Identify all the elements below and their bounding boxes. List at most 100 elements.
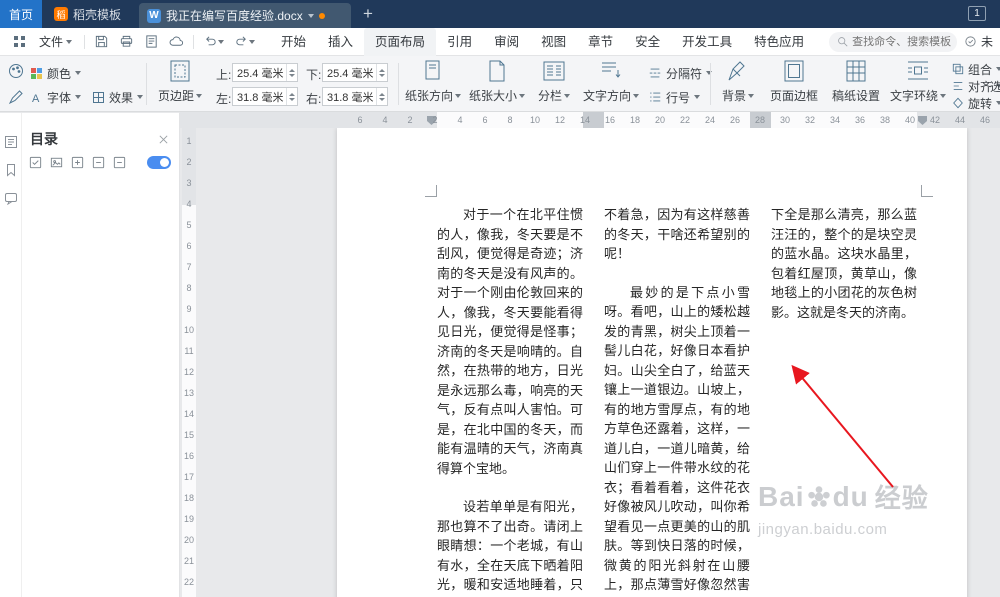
undo-caret-icon[interactable] bbox=[218, 39, 225, 44]
sync-status[interactable]: 未 bbox=[964, 33, 1000, 50]
paragraph[interactable]: 最妙的是下点小雪呀。看吧，山上的矮松越发的青黑，树尖上顶着一髻儿白花，好像日本看… bbox=[604, 283, 750, 597]
divider bbox=[84, 34, 86, 49]
columns-button[interactable]: 分栏 bbox=[532, 58, 576, 104]
toc-collapse-icon[interactable] bbox=[91, 155, 106, 170]
search-input[interactable] bbox=[852, 35, 953, 48]
margin-cropmark-right bbox=[921, 185, 933, 197]
spinner-icon[interactable] bbox=[376, 88, 387, 105]
toc-check-icon[interactable] bbox=[28, 155, 43, 170]
menu-tab-章节[interactable]: 章节 bbox=[577, 28, 624, 56]
theme-button[interactable] bbox=[4, 60, 28, 82]
app-grid-icon[interactable] bbox=[8, 35, 31, 48]
menu-tab-页面布局[interactable]: 页面布局 bbox=[364, 27, 437, 56]
menu-tab-审阅[interactable]: 审阅 bbox=[483, 28, 530, 56]
theme-brush-button[interactable] bbox=[4, 86, 28, 108]
toc-collapse-all-icon[interactable] bbox=[112, 155, 127, 170]
command-search-box[interactable] bbox=[829, 31, 958, 52]
divider bbox=[193, 34, 195, 49]
rotate-icon bbox=[952, 97, 964, 109]
effects-button[interactable]: 效果 bbox=[92, 88, 144, 106]
margin-top-label: 上: bbox=[216, 68, 232, 82]
paragraph[interactable]: 下全是那么清亮，那么蓝汪汪的，整个的是块空灵的蓝水晶。这块水晶里，包着红屋顶，黄… bbox=[771, 205, 917, 322]
margin-right-input[interactable]: 31.8 毫米 bbox=[322, 87, 388, 106]
fonts-button[interactable]: A 字体 bbox=[30, 88, 82, 106]
file-menu[interactable]: 文件 bbox=[31, 33, 80, 50]
toc-image-icon[interactable] bbox=[49, 155, 64, 170]
ruler-number: 18 bbox=[629, 115, 641, 125]
paragraph[interactable]: 设若单单是有阳光，那也算不了出奇。请闭上眼睛想：一个老城，有山有水，全在天底下晒… bbox=[437, 497, 583, 597]
ruler-number: 28 bbox=[754, 115, 766, 125]
margins-button[interactable]: 页边距 bbox=[152, 58, 208, 104]
background-button[interactable]: 背景 bbox=[716, 58, 760, 104]
page-border-button[interactable]: 页面边框 bbox=[766, 58, 822, 104]
spinner-icon[interactable] bbox=[286, 64, 297, 81]
comment-panel-icon[interactable] bbox=[4, 191, 18, 205]
ruler-number: 20 bbox=[183, 535, 195, 545]
margin-bottom-label: 下: bbox=[306, 68, 322, 82]
toc-expand-icon[interactable] bbox=[70, 155, 85, 170]
colors-swatch-icon bbox=[30, 67, 43, 80]
horizontal-ruler[interactable]: 6 4 2 2 4 6 8 10 12 14 16 18 20 22 24 26 28 30 32 34 36 38 40 4… bbox=[196, 112, 1000, 128]
colors-button[interactable]: 颜色 bbox=[30, 64, 82, 82]
menu-tab-安全[interactable]: 安全 bbox=[624, 28, 671, 56]
line-numbers-icon bbox=[648, 90, 662, 104]
spinner-icon[interactable] bbox=[286, 88, 297, 105]
menu-tab-引用[interactable]: 引用 bbox=[436, 28, 483, 56]
toc-auto-toggle[interactable] bbox=[147, 156, 171, 169]
paper-size-button[interactable]: 纸张大小 bbox=[468, 58, 526, 104]
svg-text:A: A bbox=[32, 93, 40, 104]
home-tab[interactable]: 首页 bbox=[0, 0, 42, 28]
rotate-button[interactable]: 旋转 bbox=[952, 94, 1000, 112]
document-tab[interactable]: W 我正在编写百度经验.docx bbox=[139, 3, 352, 28]
vertical-ruler[interactable]: 1 2 3 4 5 6 7 8 9 10 11 12 13 14 15 16 17 18 19 20 21 22 bbox=[182, 128, 196, 597]
breaks-button[interactable]: 分隔符 bbox=[648, 64, 713, 82]
margin-bottom-input[interactable]: 25.4 毫米 bbox=[322, 63, 388, 82]
new-tab-button[interactable]: + bbox=[351, 0, 385, 28]
wps-writer-icon: W bbox=[147, 8, 162, 23]
paper-grid-button[interactable]: 稿纸设置 bbox=[828, 58, 884, 104]
document-tab-caret-icon[interactable] bbox=[307, 13, 314, 18]
ruler-number: 17 bbox=[183, 472, 195, 482]
menu-tab-开始[interactable]: 开始 bbox=[270, 28, 317, 56]
line-numbers-button[interactable]: 行号 bbox=[648, 88, 701, 106]
menu-tab-视图[interactable]: 视图 bbox=[530, 28, 577, 56]
group-icon bbox=[952, 63, 964, 75]
ruler-number: 8 bbox=[507, 115, 513, 125]
print-preview-button[interactable] bbox=[139, 34, 164, 49]
paragraph[interactable]: 对于一个在北平住惯的人，像我，冬天要是不刮风，便觉得是奇迹；济南的冬天是没有风声… bbox=[437, 205, 583, 478]
margin-left-input[interactable]: 31.8 毫米 bbox=[232, 87, 298, 106]
spinner-icon[interactable] bbox=[376, 64, 387, 81]
text-direction-button[interactable]: 文字方向 bbox=[582, 58, 640, 104]
menu-tab-插入[interactable]: 插入 bbox=[317, 28, 364, 56]
margins-icon bbox=[167, 58, 193, 84]
watermark-brand-cn: 经验 bbox=[874, 483, 929, 513]
cloud-sync-icon[interactable] bbox=[164, 34, 189, 49]
paragraph[interactable]: 不着急，因为有这样慈善的冬天，干啥还希望别的呢！ bbox=[604, 205, 750, 264]
titlebar-badge[interactable]: 1 bbox=[968, 6, 986, 21]
text-wrap-button[interactable]: 文字环绕 bbox=[890, 58, 947, 104]
close-icon[interactable] bbox=[158, 134, 169, 145]
select-button[interactable]: 选 bbox=[990, 77, 1000, 95]
margin-top-input[interactable]: 25.4 毫米 bbox=[232, 63, 298, 82]
group-button[interactable]: 组合 bbox=[952, 60, 1000, 78]
document-canvas[interactable]: 对于一个在北平住惯的人，像我，冬天要是不刮风，便觉得是奇迹；济南的冬天是没有风声… bbox=[196, 128, 1000, 597]
redo-caret-icon[interactable] bbox=[249, 39, 256, 44]
right-indent-marker[interactable] bbox=[918, 116, 927, 125]
save-button[interactable] bbox=[89, 34, 114, 49]
docer-template-tab[interactable]: 稻 稻壳模板 bbox=[42, 0, 133, 28]
caret-down-icon bbox=[519, 93, 525, 98]
ruler-number: 6 bbox=[482, 115, 488, 125]
bookmark-panel-icon[interactable] bbox=[4, 163, 18, 177]
orientation-button[interactable]: 纸张方向 bbox=[404, 58, 462, 104]
margin-right-label: 右: bbox=[306, 92, 322, 106]
print-button[interactable] bbox=[114, 34, 139, 49]
watermark-brand-prefix: Bai bbox=[758, 480, 805, 512]
divider bbox=[398, 63, 399, 105]
background-label: 背景 bbox=[721, 89, 746, 103]
fonts-label: 字体 bbox=[47, 90, 72, 105]
undo-button[interactable] bbox=[198, 34, 229, 49]
toc-panel-icon[interactable] bbox=[4, 135, 18, 149]
menu-tab-特色应用[interactable]: 特色应用 bbox=[743, 28, 815, 56]
redo-button[interactable] bbox=[229, 34, 260, 49]
menu-tab-开发工具[interactable]: 开发工具 bbox=[671, 28, 743, 56]
